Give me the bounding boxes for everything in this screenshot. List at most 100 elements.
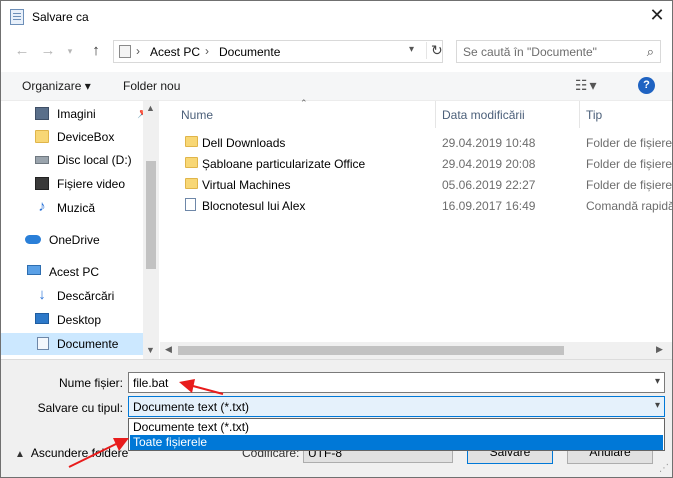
sidebar-item-label: OneDrive: [49, 233, 100, 247]
video-icon: [35, 177, 49, 190]
sort-ascending-icon: ⌃: [300, 98, 308, 108]
notepad-icon: [10, 9, 24, 25]
address-dropdown-icon[interactable]: ▾: [409, 44, 414, 55]
images-icon: [35, 107, 49, 120]
sidebar-item-documente[interactable]: Documente: [1, 333, 143, 355]
chevron-up-icon: ▲: [15, 449, 25, 460]
sidebar-item-imagini[interactable]: Imagini 📌: [9, 103, 159, 125]
scroll-left-icon[interactable]: ◀: [165, 344, 172, 355]
close-button[interactable]: ✕: [642, 1, 672, 31]
file-date: 29.04.2019 20:08: [442, 157, 536, 171]
onedrive-icon: [25, 235, 41, 244]
resize-grip-icon[interactable]: ⋰: [659, 463, 669, 474]
savetype-select[interactable]: Documente text (*.txt) ▾: [128, 396, 665, 417]
search-box[interactable]: ⌕: [456, 40, 661, 63]
folder-icon: [185, 157, 198, 168]
music-icon: ♪: [38, 198, 46, 215]
sidebar-item-label: Imagini: [57, 107, 96, 121]
scrollbar-thumb[interactable]: [178, 346, 564, 355]
scrollbar-thumb[interactable]: [146, 161, 156, 269]
table-row[interactable]: Dell Downloads 29.04.2019 10:48 Folder d…: [172, 132, 672, 153]
up-arrow-icon[interactable]: ↑: [87, 42, 105, 60]
chevron-down-icon: ▾: [84, 79, 91, 93]
dropdown-option-all-files[interactable]: Toate fișierele: [130, 435, 663, 450]
table-row[interactable]: Șabloane particularizate Office 29.04.20…: [172, 153, 672, 174]
navigation-bar: ← → ▾ ↑ › Acest PC › Documente ▾ ↻ ⌕: [1, 32, 672, 72]
location-icon: [119, 45, 131, 58]
sidebar-item-desktop[interactable]: Desktop: [9, 309, 159, 331]
address-bar[interactable]: › Acest PC › Documente ▾ ↻: [113, 40, 443, 63]
filename-label: Nume fișier:: [59, 376, 124, 390]
shortcut-icon: [185, 198, 196, 211]
table-row[interactable]: Blocnotesul lui Alex 16.09.2017 16:49 Co…: [172, 195, 673, 216]
column-header-name[interactable]: ⌃ Nume: [160, 98, 436, 128]
sidebar-item-onedrive[interactable]: OneDrive: [1, 229, 151, 251]
filelist-horizontal-scrollbar[interactable]: ◀ ▶: [160, 342, 672, 359]
organize-button[interactable]: Organizare ▾: [22, 79, 91, 93]
download-icon: ↓: [38, 286, 46, 303]
filename-input[interactable]: [133, 375, 633, 390]
file-name: Virtual Machines: [202, 178, 291, 192]
breadcrumb-documente[interactable]: Documente: [219, 45, 280, 59]
sidebar-item-acest-pc[interactable]: Acest PC: [1, 261, 151, 283]
title-bar: Salvare ca ✕: [1, 1, 672, 32]
breadcrumb-acest-pc[interactable]: Acest PC: [150, 45, 200, 59]
command-bar: Organizare ▾ Folder nou ☷▾ ?: [1, 72, 672, 101]
file-date: 29.04.2019 10:48: [442, 136, 536, 150]
view-options-icon[interactable]: ☷▾: [575, 77, 599, 94]
sidebar-item-fisiere-video[interactable]: Fișiere video: [9, 173, 159, 195]
desktop-icon: [35, 313, 49, 324]
file-type: Comandă rapidă: [586, 199, 673, 213]
sidebar-item-label: Documente: [57, 337, 119, 351]
back-arrow-icon[interactable]: ←: [13, 42, 31, 60]
pc-icon: [27, 265, 41, 275]
drive-icon: [35, 156, 49, 164]
breadcrumb-separator[interactable]: ›: [136, 44, 140, 58]
filename-field[interactable]: ▾: [128, 372, 665, 393]
column-header-date[interactable]: Data modificării: [436, 101, 580, 128]
sidebar-item-label: Descărcări: [57, 289, 115, 303]
scroll-up-icon[interactable]: ▲: [146, 103, 155, 113]
scroll-down-icon[interactable]: ▼: [146, 345, 155, 355]
sidebar-item-label: Muzică: [57, 201, 96, 215]
search-icon[interactable]: ⌕: [647, 44, 654, 60]
folder-icon: [35, 130, 49, 143]
file-date: 05.06.2019 22:27: [442, 178, 536, 192]
file-name: Dell Downloads: [202, 136, 286, 150]
file-name: Blocnotesul lui Alex: [202, 199, 306, 213]
sidebar-item-descarcari[interactable]: ↓ Descărcări: [9, 285, 159, 307]
sidebar-item-muzica[interactable]: ♪ Muzică: [9, 197, 159, 219]
sidebar-item-label: Desktop: [57, 313, 102, 327]
save-as-dialog: Salvare ca ✕ ← → ▾ ↑ › Acest PC › Docume…: [0, 0, 673, 478]
sidebar-item-disc-local[interactable]: Disc local (D:): [9, 149, 159, 171]
sidebar-item-label: Acest PC: [49, 265, 100, 279]
column-header-type[interactable]: Tip: [580, 101, 672, 128]
documents-icon: [37, 337, 49, 350]
sidebar-item-label: DeviceBox: [57, 130, 115, 144]
chevron-down-icon[interactable]: ▾: [655, 400, 660, 411]
scroll-right-icon[interactable]: ▶: [656, 344, 663, 355]
forward-arrow-icon[interactable]: →: [39, 42, 57, 60]
recent-locations-chevron-icon[interactable]: ▾: [61, 42, 79, 60]
navigation-pane: Imagini 📌 DeviceBox Disc local (D:) Fiși…: [1, 101, 159, 359]
sidebar-item-devicebox[interactable]: DeviceBox: [9, 126, 159, 148]
new-folder-button[interactable]: Folder nou: [123, 79, 180, 93]
breadcrumb-separator[interactable]: ›: [205, 44, 209, 58]
hide-folders-button[interactable]: ▲ Ascundere foldere: [15, 446, 128, 460]
refresh-icon[interactable]: ↻: [426, 42, 443, 59]
dropdown-option-text-documents[interactable]: Documente text (*.txt): [130, 420, 663, 435]
chevron-down-icon[interactable]: ▾: [655, 376, 660, 387]
help-icon[interactable]: ?: [638, 77, 655, 94]
table-row[interactable]: Virtual Machines 05.06.2019 22:27 Folder…: [172, 174, 672, 195]
savetype-dropdown-list: Documente text (*.txt) Toate fișierele: [128, 418, 665, 451]
folder-icon: [185, 178, 198, 189]
file-name: Șabloane particularizate Office: [202, 157, 366, 171]
sidebar-item-label: Disc local (D:): [57, 153, 132, 167]
sidebar-item-label: Fișiere video: [57, 177, 126, 191]
savetype-label: Salvare cu tipul:: [37, 401, 123, 415]
sidebar-scrollbar[interactable]: ▲ ▼: [143, 101, 159, 359]
file-list: ⌃ Nume Data modificării Tip Dell Downloa…: [160, 98, 673, 359]
file-type: Folder de fișiere: [586, 136, 673, 150]
search-input[interactable]: [463, 44, 633, 59]
window-title: Salvare ca: [32, 10, 89, 24]
